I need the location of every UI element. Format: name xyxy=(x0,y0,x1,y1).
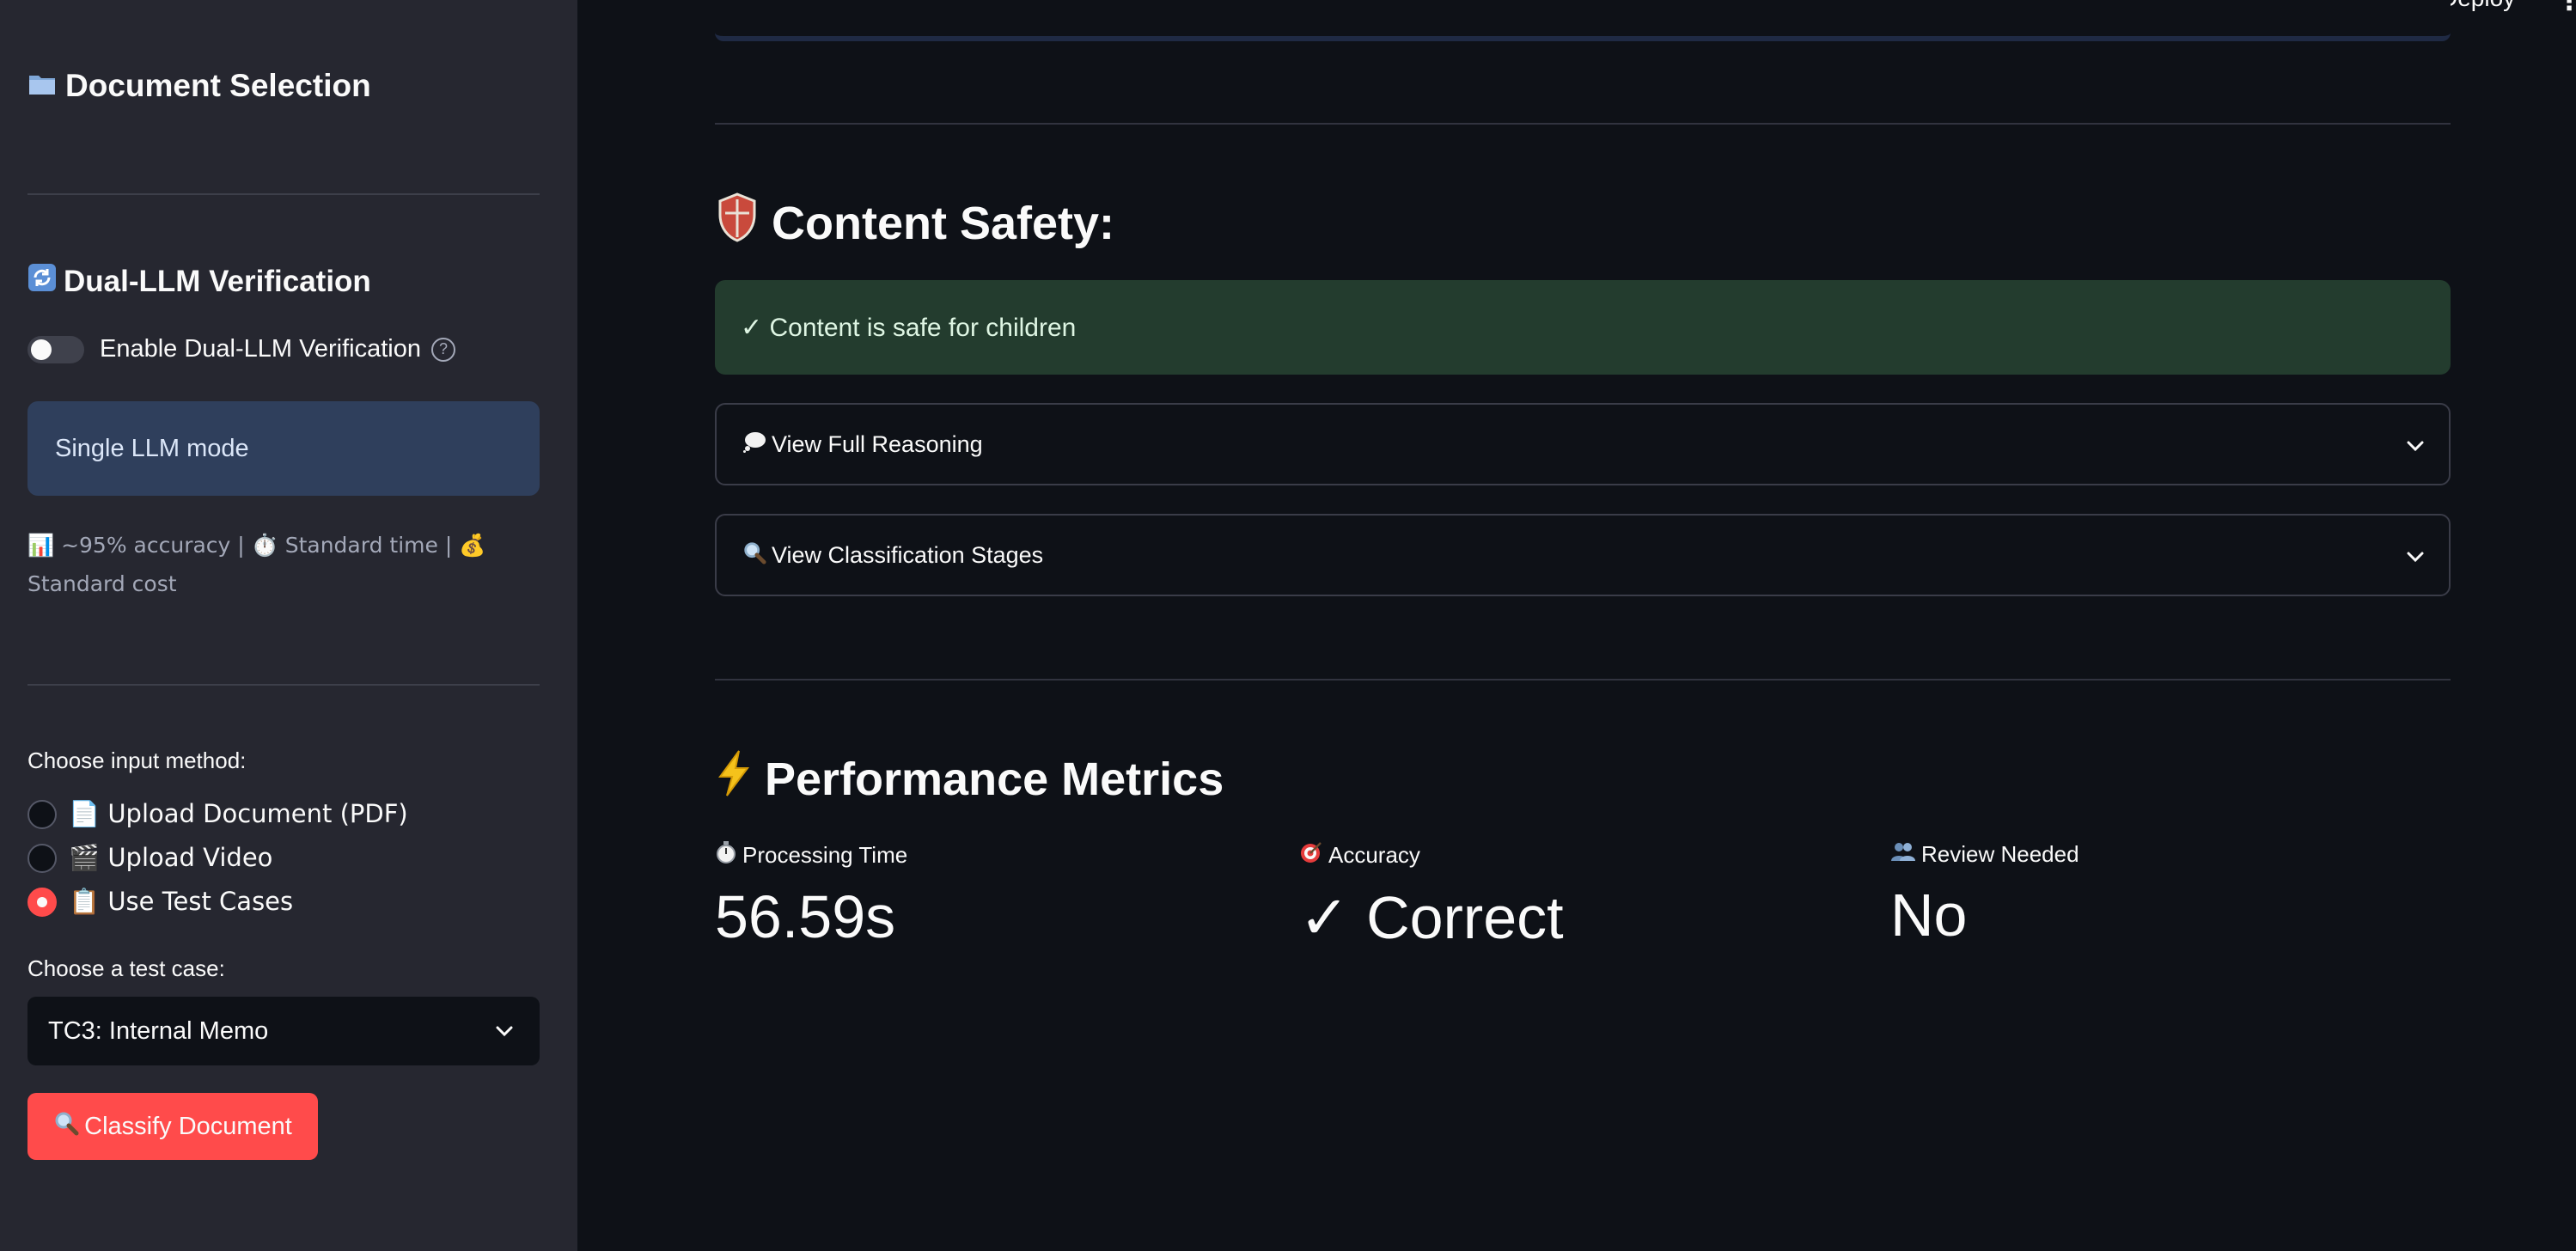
magnifier-icon xyxy=(53,1110,79,1143)
metric-accuracy: Accuracy ✓ Correct xyxy=(1299,840,1564,953)
previous-block-edge xyxy=(715,0,2451,41)
expander-full-reasoning[interactable]: View Full Reasoning xyxy=(715,403,2451,485)
test-case-label: Choose a test case: xyxy=(27,955,225,981)
metric-value: No xyxy=(1890,882,1968,949)
section-divider xyxy=(715,123,2451,125)
performance-metrics-heading: Performance Metrics xyxy=(717,749,1224,809)
metric-label: Accuracy xyxy=(1299,840,1564,870)
classify-button-label: Classify Document xyxy=(84,1112,292,1140)
target-icon xyxy=(1299,840,1323,870)
cost-caption: 📊 ~95% accuracy | ⏱️ Standard time | 💰 S… xyxy=(27,533,486,596)
metric-label: Processing Time xyxy=(715,840,907,870)
metric-label-text: Review Needed xyxy=(1921,841,2079,867)
chevron-down-icon xyxy=(2406,542,2425,569)
section-divider xyxy=(715,679,2451,680)
sidebar-title: Document Selection xyxy=(27,67,371,104)
people-icon xyxy=(1890,840,1916,869)
radio-button-selected[interactable] xyxy=(27,887,57,917)
expander-label: View Classification Stages xyxy=(742,540,1043,571)
radio-option-label: 📋 Use Test Cases xyxy=(69,887,294,916)
expander-label-text: View Full Reasoning xyxy=(772,430,983,457)
verification-heading-text: Dual-LLM Verification xyxy=(64,264,371,298)
radio-button[interactable] xyxy=(27,843,57,873)
verification-heading: Dual-LLM Verification xyxy=(27,263,371,300)
expander-classification-stages[interactable]: View Classification Stages xyxy=(715,514,2451,596)
metric-label-text: Accuracy xyxy=(1328,842,1420,868)
expander-label-text: View Classification Stages xyxy=(772,541,1044,568)
dual-llm-toggle[interactable] xyxy=(27,335,84,363)
mode-info-box: Single LLM mode xyxy=(27,401,540,496)
dual-llm-toggle-label[interactable]: Enable Dual-LLM Verification xyxy=(100,335,421,363)
sidebar-title-text: Document Selection xyxy=(65,67,371,103)
safety-result-box: ✓ Content is safe for children xyxy=(715,280,2451,375)
test-case-selected-value: TC3: Internal Memo xyxy=(48,1016,269,1045)
classify-document-button[interactable]: Classify Document xyxy=(27,1093,318,1160)
shield-icon xyxy=(717,192,758,253)
content-safety-heading-text: Content Safety: xyxy=(772,197,1115,249)
toggle-knob xyxy=(31,339,52,360)
metric-label: Review Needed xyxy=(1890,840,2079,869)
chevron-down-icon xyxy=(2406,431,2425,458)
help-icon[interactable]: ? xyxy=(430,337,455,362)
cycle-arrows-icon xyxy=(27,263,57,300)
lightning-icon xyxy=(717,749,751,809)
performance-metrics-heading-text: Performance Metrics xyxy=(765,753,1224,805)
input-method-label: Choose input method: xyxy=(27,748,247,773)
radio-upload-video[interactable]: 🎬 Upload Video xyxy=(27,836,408,880)
radio-use-test-cases[interactable]: 📋 Use Test Cases xyxy=(27,880,408,924)
radio-button[interactable] xyxy=(27,799,57,829)
test-case-select[interactable]: TC3: Internal Memo xyxy=(27,997,540,1065)
input-method-radio-group: 📄 Upload Document (PDF) 🎬 Upload Video 📋… xyxy=(27,792,408,924)
expander-label: View Full Reasoning xyxy=(742,430,983,459)
safety-result-text: ✓ Content is safe for children xyxy=(741,313,1077,342)
folder-icon xyxy=(27,67,57,104)
sidebar: Document Selection Dual-LLM Verification… xyxy=(0,0,577,1251)
metric-processing-time: Processing Time 56.59s xyxy=(715,840,907,951)
sidebar-divider xyxy=(27,684,540,686)
chevron-down-icon xyxy=(490,1016,519,1046)
metric-label-text: Processing Time xyxy=(742,842,908,868)
stopwatch-icon xyxy=(715,840,737,870)
deploy-button[interactable]: Deploy xyxy=(2440,0,2515,12)
mode-info-text: Single LLM mode xyxy=(55,434,249,462)
radio-upload-document[interactable]: 📄 Upload Document (PDF) xyxy=(27,792,408,836)
metric-value: ✓ Correct xyxy=(1299,884,1564,951)
dual-llm-toggle-row: Enable Dual-LLM Verification ? xyxy=(27,335,455,363)
radio-option-label: 🎬 Upload Video xyxy=(69,843,273,872)
content-safety-heading: Content Safety: xyxy=(717,192,1114,253)
thought-bubble-icon xyxy=(742,430,766,459)
metric-review-needed: Review Needed No xyxy=(1890,840,2079,949)
magnifier-icon xyxy=(742,540,766,571)
metric-value: 56.59s xyxy=(715,883,896,950)
sidebar-divider xyxy=(27,193,540,195)
radio-option-label: 📄 Upload Document (PDF) xyxy=(69,799,408,828)
main-menu-icon[interactable]: ⋮ xyxy=(2556,0,2576,16)
